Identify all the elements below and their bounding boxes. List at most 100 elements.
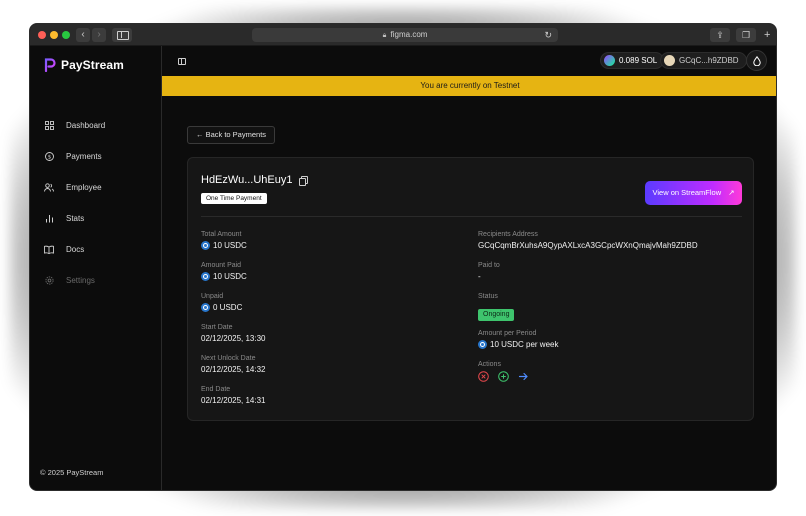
sidebar-item-dashboard[interactable]: Dashboard bbox=[44, 110, 105, 141]
field-label: End Date bbox=[201, 386, 231, 393]
next-unlock-date-field: Next Unlock Date 02/12/2025, 14:32 bbox=[201, 355, 266, 374]
sidebar-item-label: Dashboard bbox=[66, 121, 106, 130]
total-amount-value: 10 USDC bbox=[213, 241, 247, 250]
sidebar-item-label: Employee bbox=[66, 183, 102, 192]
brand-logo[interactable]: PayStream bbox=[44, 56, 124, 74]
unpaid-field: Unpaid 0 USDC bbox=[201, 293, 242, 312]
add-funds-icon[interactable] bbox=[498, 371, 509, 382]
status-field: Status Ongoing bbox=[478, 293, 515, 321]
field-label: Amount per Period bbox=[478, 330, 537, 337]
field-value-row: 10 USDC per week bbox=[478, 340, 558, 349]
copyright-text: © 2025 PayStream bbox=[40, 468, 104, 477]
field-label: Amount Paid bbox=[201, 262, 242, 269]
payment-detail-card: HdEzWu...UhEuy1 One Time Payment View on… bbox=[187, 157, 754, 421]
paid-to-value: - bbox=[478, 272, 481, 281]
payment-type-badge: One Time Payment bbox=[201, 193, 267, 204]
reload-icon[interactable]: ↻ bbox=[544, 28, 552, 42]
usdc-icon bbox=[478, 340, 487, 349]
sidebar-item-label: Stats bbox=[66, 214, 85, 223]
solana-icon bbox=[604, 55, 615, 66]
copy-icon[interactable] bbox=[298, 175, 308, 186]
end-date-field: End Date 02/12/2025, 14:31 bbox=[201, 386, 266, 405]
dollar-circle-icon: $ bbox=[44, 152, 54, 162]
forward-arrow-icon[interactable]: › bbox=[92, 28, 106, 42]
top-bar: 0.089 SOL GCqC...h9ZDBD bbox=[162, 46, 776, 76]
sidebar-item-settings[interactable]: Settings bbox=[44, 265, 105, 296]
tabs-overview-icon[interactable]: ❐ bbox=[736, 28, 756, 42]
brand-name: PayStream bbox=[61, 58, 124, 72]
grid-icon bbox=[44, 121, 54, 131]
browser-window: ‹ › 🔒︎ figma.com ↻ ⇪ ❐ + PayStream Dashb… bbox=[29, 23, 777, 491]
sidebar-nav: Dashboard $ Payments Employee Stats Docs… bbox=[44, 110, 105, 296]
field-label: Paid to bbox=[478, 262, 500, 269]
sol-balance-pill[interactable]: 0.089 SOL bbox=[600, 52, 665, 69]
sidebar-item-employee[interactable]: Employee bbox=[44, 172, 105, 203]
maximize-window-button[interactable] bbox=[62, 31, 70, 39]
lock-icon: 🔒︎ bbox=[382, 32, 387, 39]
url-text: figma.com bbox=[390, 30, 428, 39]
field-label: Actions bbox=[478, 361, 501, 368]
paid-to-field: Paid to - bbox=[478, 262, 500, 281]
field-value-row: 10 USDC bbox=[201, 272, 247, 281]
status-badge: Ongoing bbox=[478, 309, 515, 321]
sidebar-item-label: Settings bbox=[66, 276, 95, 285]
field-label: Total Amount bbox=[201, 231, 242, 238]
sidebar-item-label: Docs bbox=[66, 245, 85, 254]
amount-paid-value: 10 USDC bbox=[213, 272, 247, 281]
wallet-avatar bbox=[664, 55, 675, 66]
field-value-row: 10 USDC bbox=[201, 241, 247, 250]
field-label: Status bbox=[478, 293, 498, 300]
wallet-address-pill[interactable]: GCqC...h9ZDBD bbox=[660, 52, 747, 69]
cancel-stream-icon[interactable] bbox=[478, 371, 489, 382]
sidebar-item-docs[interactable]: Docs bbox=[44, 234, 105, 265]
amount-per-period-field: Amount per Period 10 USDC per week bbox=[478, 330, 558, 349]
field-label: Next Unlock Date bbox=[201, 355, 256, 362]
back-to-payments-button[interactable]: ← Back to Payments bbox=[187, 126, 276, 144]
usdc-icon bbox=[201, 241, 210, 250]
divider bbox=[201, 216, 742, 217]
sidebar-item-stats[interactable]: Stats bbox=[44, 203, 105, 234]
back-arrow-icon[interactable]: ‹ bbox=[76, 28, 90, 42]
next-unlock-date-value: 02/12/2025, 14:32 bbox=[201, 365, 266, 374]
wallet-address: GCqC...h9ZDBD bbox=[679, 56, 739, 65]
actions-field: Actions bbox=[478, 361, 529, 382]
theme-toggle-button[interactable] bbox=[746, 50, 767, 71]
browser-toolbar: ‹ › 🔒︎ figma.com ↻ ⇪ ❐ + bbox=[30, 24, 776, 46]
gear-icon bbox=[44, 276, 54, 286]
minimize-window-button[interactable] bbox=[50, 31, 58, 39]
collapse-sidebar-icon[interactable] bbox=[178, 58, 186, 65]
sidebar-item-payments[interactable]: $ Payments bbox=[44, 141, 105, 172]
start-date-value: 02/12/2025, 13:30 bbox=[201, 334, 266, 343]
address-bar[interactable]: 🔒︎ figma.com ↻ bbox=[252, 28, 558, 42]
usdc-icon bbox=[201, 272, 210, 281]
usdc-icon bbox=[201, 303, 210, 312]
stream-id: HdEzWu...UhEuy1 bbox=[201, 174, 293, 186]
field-label: Recipients Address bbox=[478, 231, 538, 238]
actions-row bbox=[478, 371, 529, 382]
browser-sidebar-icon[interactable] bbox=[112, 28, 132, 42]
field-value-row: 0 USDC bbox=[201, 303, 242, 312]
start-date-field: Start Date 02/12/2025, 13:30 bbox=[201, 324, 266, 343]
testnet-banner: You are currently on Testnet bbox=[162, 76, 776, 96]
amount-paid-field: Amount Paid 10 USDC bbox=[201, 262, 247, 281]
share-icon[interactable]: ⇪ bbox=[710, 28, 730, 42]
users-icon bbox=[44, 183, 54, 193]
external-link-icon: ↗ bbox=[728, 188, 735, 197]
end-date-value: 02/12/2025, 14:31 bbox=[201, 396, 266, 405]
view-on-streamflow-button[interactable]: View on StreamFlow ↗ bbox=[645, 181, 742, 205]
recipients-address-field: Recipients Address GCqCqmBrXuhsA9QypAXLx… bbox=[478, 231, 698, 250]
amount-per-period-value: 10 USDC per week bbox=[490, 340, 559, 349]
sol-balance: 0.089 SOL bbox=[619, 56, 658, 65]
sidebar: PayStream Dashboard $ Payments Employee bbox=[30, 46, 162, 490]
close-window-button[interactable] bbox=[38, 31, 46, 39]
field-label: Start Date bbox=[201, 324, 233, 331]
svg-text:$: $ bbox=[47, 155, 51, 161]
recipients-address-value: GCqCqmBrXuhsA9QypAXLxcA3GCpcWXnQmajvMah9… bbox=[478, 241, 698, 250]
total-amount-field: Total Amount 10 USDC bbox=[201, 231, 247, 250]
streamflow-button-label: View on StreamFlow bbox=[652, 188, 722, 197]
field-label: Unpaid bbox=[201, 293, 224, 300]
transfer-arrow-icon[interactable] bbox=[518, 371, 529, 382]
new-tab-icon[interactable]: + bbox=[764, 28, 770, 42]
sidebar-item-label: Payments bbox=[66, 152, 102, 161]
paystream-logo-icon bbox=[44, 58, 56, 73]
